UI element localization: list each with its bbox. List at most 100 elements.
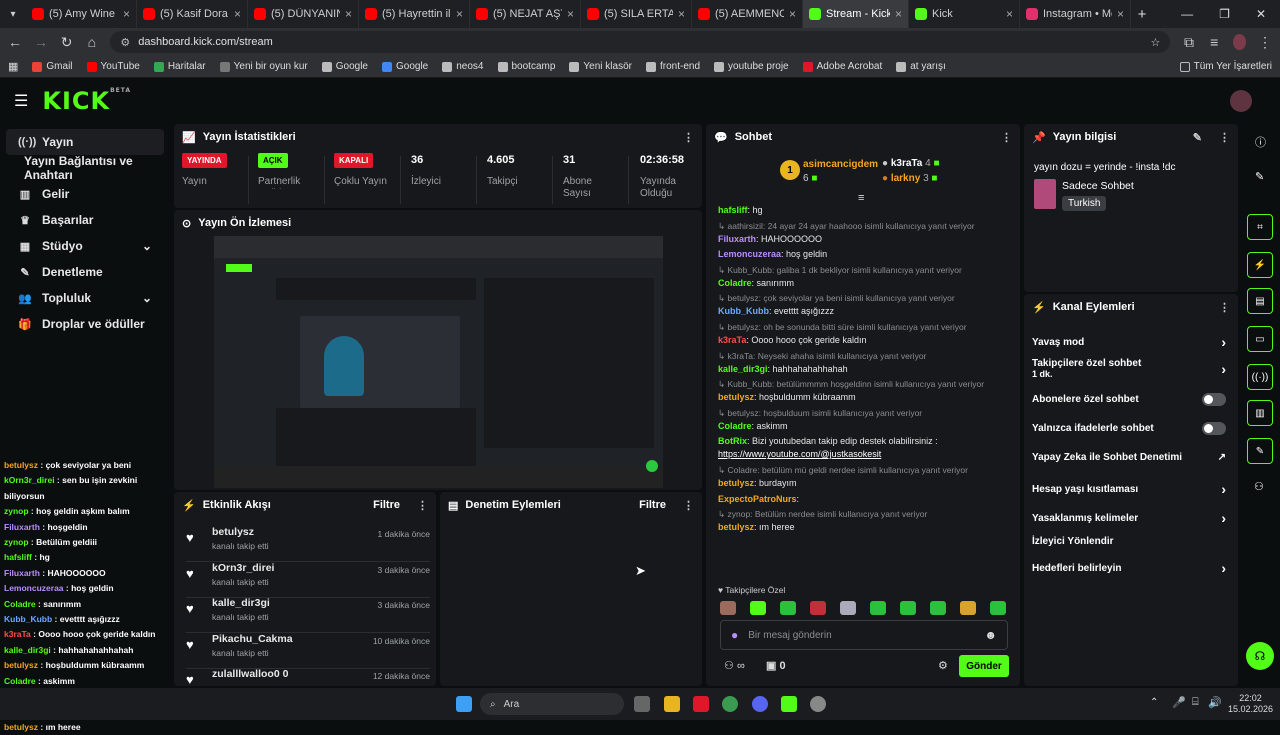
minimize-icon[interactable]: — [1181, 7, 1193, 21]
bookmark-item[interactable]: Yeni bir oyun kur [219, 61, 308, 72]
close-tab-icon[interactable]: × [1006, 7, 1013, 21]
emote[interactable] [900, 601, 916, 615]
sidebar-item-topluluk[interactable]: 👥 Topluluk ⌄ [6, 285, 164, 311]
emote[interactable] [870, 601, 886, 615]
emote[interactable] [840, 601, 856, 615]
lightning-icon[interactable]: ⚡ [1247, 252, 1273, 278]
activity-username[interactable]: kalle_dir3gi [212, 597, 270, 609]
close-tab-icon[interactable]: × [678, 7, 685, 21]
browser-tab[interactable]: (5) DÜNYANIN EN × [248, 0, 359, 28]
sidebar-item-droplar[interactable]: 🎁 Droplar ve ödüller [6, 311, 164, 337]
chat-input[interactable]: ● Bir mesaj gönderin ☻ [720, 620, 1008, 650]
tray-chevron-icon[interactable]: ⌃ [1150, 697, 1158, 708]
close-tab-icon[interactable]: × [789, 7, 796, 21]
category-name[interactable]: Sadece Sohbet [1062, 180, 1134, 192]
followers-only-row[interactable]: Takipçilere özel sohbet 1 dk. › [1032, 358, 1226, 379]
emoji-icon[interactable]: ☻ [984, 628, 997, 642]
new-tab-button[interactable]: + [1131, 6, 1153, 23]
wrench-icon[interactable]: ✎ [1247, 438, 1273, 464]
sidebar-item-studyo[interactable]: ▦ Stüdyo ⌄ [6, 233, 164, 259]
bookmark-item[interactable]: bootcamp [497, 61, 555, 72]
activity-username[interactable]: betulysz [212, 526, 269, 538]
bookmark-item[interactable]: Google [382, 61, 428, 72]
host-row[interactable]: İzleyici Yönlendir [1032, 536, 1226, 547]
site-info-icon[interactable]: ⚙ [120, 36, 130, 49]
emote[interactable] [990, 601, 1006, 615]
close-window-icon[interactable]: ✕ [1256, 7, 1266, 21]
chat-username[interactable]: Coladre [718, 421, 752, 431]
moderation-filter-button[interactable]: Filtre [639, 499, 666, 511]
more-options-icon[interactable]: ⋮ [683, 499, 694, 512]
emotes-only-toggle[interactable] [1202, 422, 1226, 435]
users-icon[interactable]: ⚇ [724, 660, 734, 672]
storage-icon[interactable]: ▥ [1247, 400, 1273, 426]
users-icon[interactable]: ⚇ [1254, 480, 1264, 493]
restore-icon[interactable]: ❐ [1219, 7, 1230, 21]
broadcast-icon[interactable]: ((·)) [1247, 364, 1273, 390]
gifter-name[interactable]: k3raTa [891, 158, 923, 169]
bookmark-star-icon[interactable]: ☆ [1151, 36, 1161, 49]
ai-moderation-row[interactable]: Yapay Zeka ile Sohbet Denetimi ↗ [1032, 452, 1226, 463]
obs-icon[interactable] [810, 696, 826, 712]
browser-tab[interactable]: Instagram • Mesa × [1020, 0, 1131, 28]
slow-mode-row[interactable]: Yavaş mod › [1032, 334, 1226, 350]
sidebar-item-basarilar[interactable]: ♛ Başarılar [6, 207, 164, 233]
browser-tab[interactable]: Kick × [909, 0, 1020, 28]
send-button[interactable]: Gönder [959, 655, 1009, 677]
bookmark-item[interactable]: neos4 [442, 61, 484, 72]
bookmark-item[interactable]: Haritalar [153, 61, 206, 72]
file-explorer-icon[interactable] [664, 696, 680, 712]
emote[interactable] [780, 601, 796, 615]
hamburger-menu-icon[interactable]: ☰ [14, 91, 28, 111]
browser-tab[interactable]: (5) Kasif Dora ten × [137, 0, 248, 28]
emote[interactable] [960, 601, 976, 615]
close-tab-icon[interactable]: × [1117, 7, 1124, 21]
chat-username[interactable]: kalle_dir3gi [718, 364, 768, 374]
mic-icon[interactable]: 🎤 [1172, 696, 1186, 709]
close-tab-icon[interactable]: × [456, 7, 463, 21]
chat-username[interactable]: Kubb_Kubb [718, 306, 769, 316]
clock[interactable]: 22:02 15.02.2026 [1228, 693, 1273, 715]
taskbar-search[interactable]: ⌕ Ara [480, 693, 624, 715]
kick-app-icon[interactable] [781, 696, 797, 712]
tab-search-icon[interactable]: ▾ [0, 9, 26, 20]
browser-tab[interactable]: (5) Hayrettin ile K × [359, 0, 470, 28]
emote[interactable] [810, 601, 826, 615]
chrome-icon[interactable] [722, 696, 738, 712]
document-icon[interactable]: ▤ [1247, 288, 1273, 314]
activity-username[interactable]: kOrn3r_direi [212, 562, 274, 574]
chat-username[interactable]: BotRix [718, 436, 747, 446]
sidebar-item-yayin[interactable]: ((·)) Yayın [6, 129, 164, 155]
menu-icon[interactable]: ⋮ [1258, 34, 1272, 51]
user-avatar[interactable] [1230, 90, 1252, 112]
bookmark-item[interactable]: YouTube [86, 61, 140, 72]
clip-icon[interactable]: ⌗ [1247, 214, 1273, 240]
more-options-icon[interactable]: ⋮ [1001, 131, 1012, 144]
gifter-name[interactable]: larkny [891, 173, 920, 184]
help-chat-icon[interactable]: ☊ [1246, 642, 1274, 670]
more-options-icon[interactable]: ⋮ [1219, 131, 1230, 144]
top-gifter-name[interactable]: asimcancigdem [803, 159, 878, 170]
chest-icon[interactable]: ▣ [766, 660, 776, 672]
info-icon[interactable]: ⓘ [1255, 134, 1266, 150]
chat-username[interactable]: betulysz [718, 392, 754, 402]
chat-username[interactable]: k3raTa [718, 335, 746, 345]
youtube-icon[interactable] [693, 696, 709, 712]
emote[interactable] [750, 601, 766, 615]
close-tab-icon[interactable]: × [234, 7, 241, 21]
browser-tab[interactable]: (5) Amy Wine × [26, 0, 137, 28]
network-icon[interactable]: ⌸ [1192, 696, 1199, 709]
chat-username[interactable]: betulysz [718, 522, 754, 532]
apps-icon[interactable]: ▦ [8, 60, 18, 73]
chat-username[interactable]: Lemoncuzeraa [718, 249, 781, 259]
edit-pencil-icon[interactable]: ✎ [1193, 131, 1202, 144]
emote[interactable] [930, 601, 946, 615]
discord-icon[interactable] [752, 696, 768, 712]
chat-username[interactable]: Filuxarth [718, 234, 756, 244]
browser-tab[interactable]: Stream - Kick Da × [803, 0, 909, 28]
all-bookmarks-link[interactable]: Tüm Yer İşaretleri [1179, 61, 1272, 72]
chat-bubble-icon[interactable]: ▭ [1247, 326, 1273, 352]
profile-avatar[interactable] [1232, 34, 1247, 50]
windows-start-icon[interactable] [456, 696, 472, 712]
activity-filter-button[interactable]: Filtre [373, 499, 400, 511]
